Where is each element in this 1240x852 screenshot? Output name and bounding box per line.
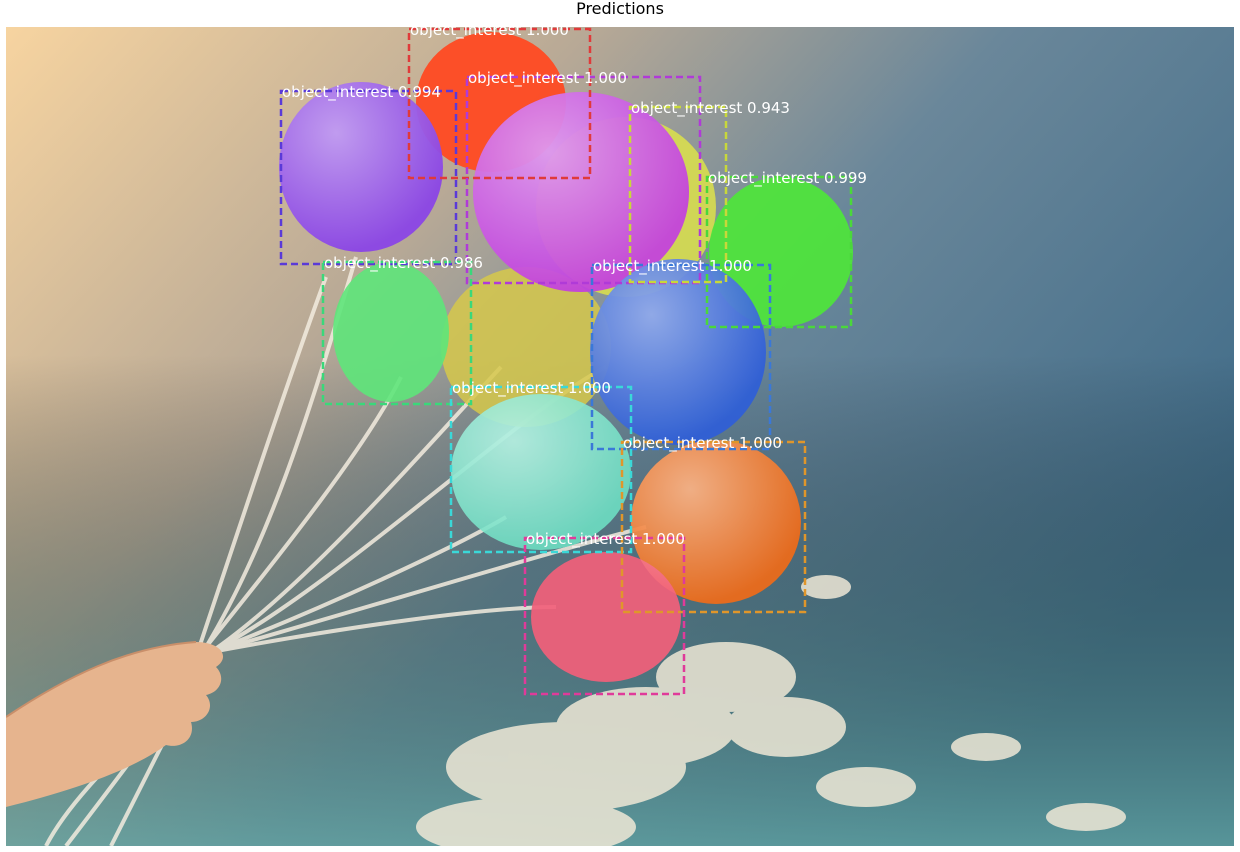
detection-label: object_interest 0.986 xyxy=(324,254,483,273)
detection-label: object_interest 1.000 xyxy=(468,69,627,88)
detection-label: object_interest 1.000 xyxy=(593,257,752,276)
detection-label: object_interest 0.999 xyxy=(708,169,867,188)
detection-label: object_interest 1.000 xyxy=(623,434,782,453)
photo-scene: object_interest 1.000 object_interest 1.0… xyxy=(6,27,1234,846)
prediction-image: object_interest 1.000 object_interest 1.0… xyxy=(6,27,1234,846)
detection-label: object_interest 0.994 xyxy=(282,83,441,102)
detection-label: object_interest 0.943 xyxy=(631,99,790,118)
detection-label: object_interest 1.000 xyxy=(410,27,569,40)
detection-label: object_interest 1.000 xyxy=(452,379,611,398)
figure-title: Predictions xyxy=(576,0,664,18)
detection-label: object_interest 1.000 xyxy=(526,530,685,549)
